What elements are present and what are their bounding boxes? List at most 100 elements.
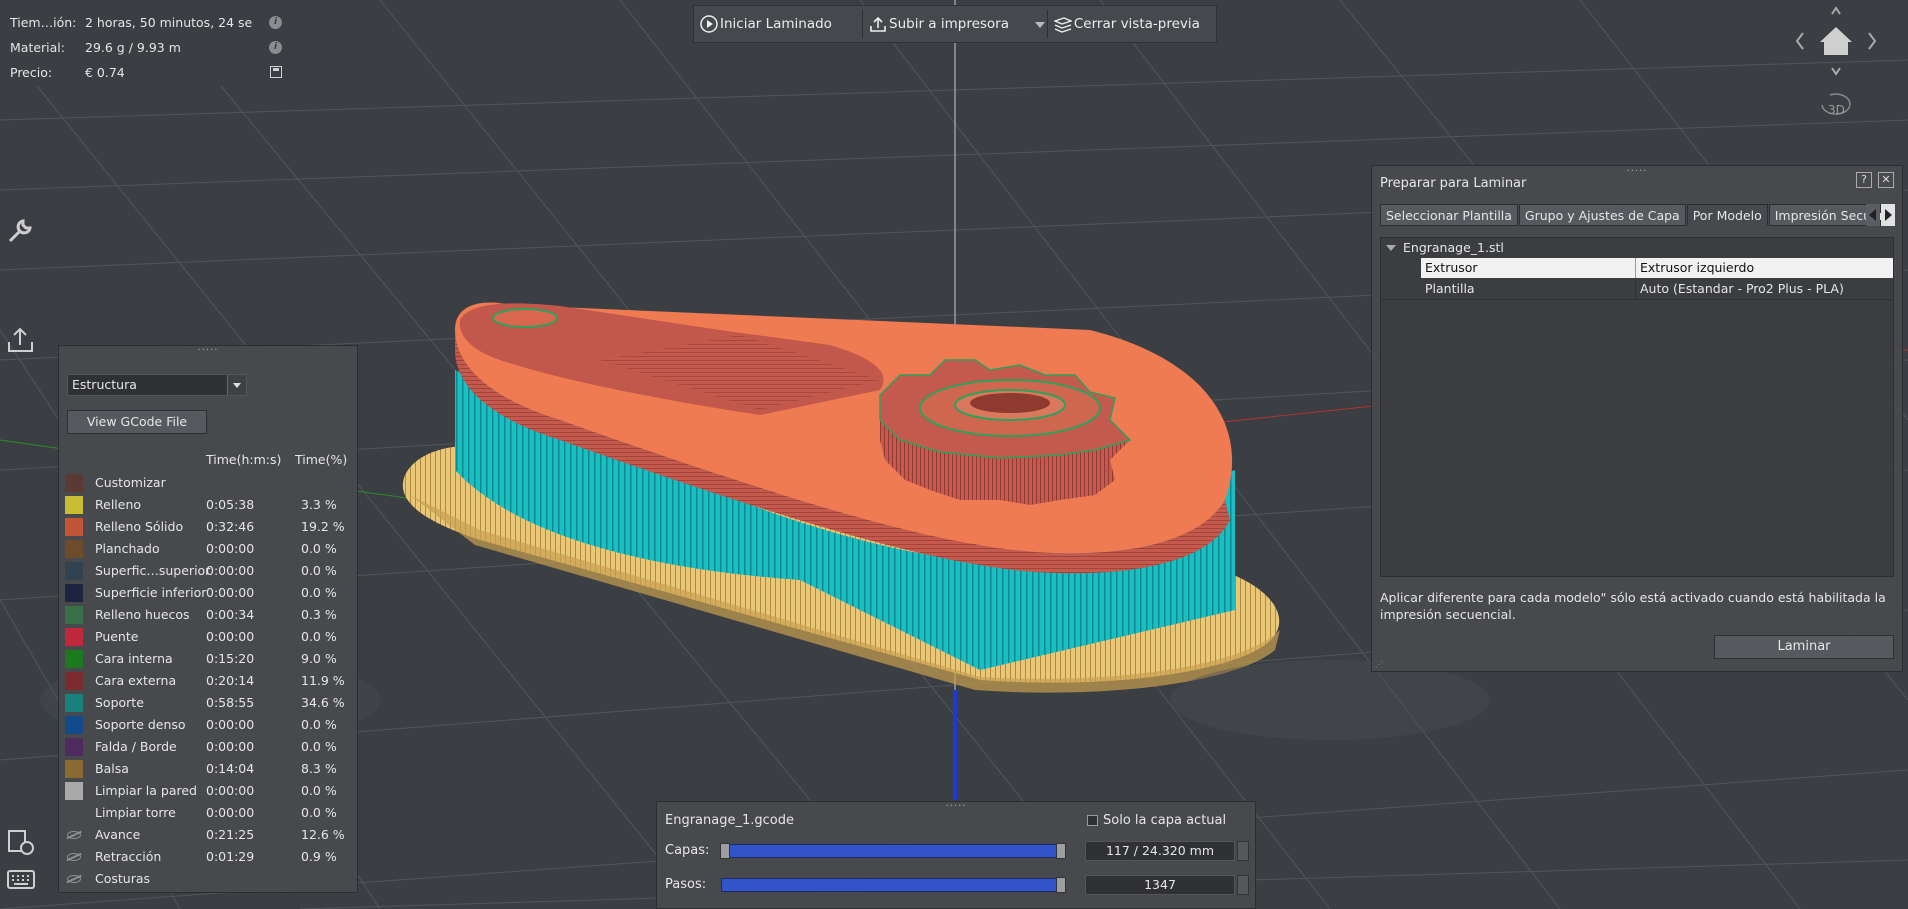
legend-row[interactable]: Cara interna 0:15:20 9.0 % — [65, 648, 355, 670]
arrow-right-icon[interactable] — [1868, 32, 1877, 50]
info-icon[interactable]: i — [269, 40, 282, 54]
layers-label: Capas: — [665, 843, 710, 858]
material-value: 29.6 g / 9.93 m — [85, 39, 181, 55]
steps-slider[interactable] — [721, 877, 1066, 893]
color-swatch[interactable] — [65, 738, 83, 756]
eye-hidden-icon[interactable] — [67, 853, 81, 861]
tree-file-row[interactable]: Engranage_1.stl — [1381, 238, 1893, 258]
tab-sequential-printing[interactable]: Impresión Secuencial — [1768, 204, 1892, 226]
legend-row-percent: 8.3 % — [301, 761, 337, 776]
legend-row[interactable]: Avance 0:21:25 12.6 % — [65, 824, 355, 846]
start-slicing-button[interactable]: Iniciar Laminado — [694, 9, 862, 39]
tabs-scroll-left[interactable] — [1866, 204, 1880, 226]
color-swatch[interactable] — [65, 628, 83, 646]
eye-hidden-icon[interactable] — [67, 831, 81, 839]
color-swatch[interactable] — [65, 782, 83, 800]
view-gcode-button[interactable]: View GCode File — [67, 410, 207, 434]
color-swatch[interactable] — [65, 474, 83, 492]
close-button[interactable]: ✕ — [1878, 172, 1894, 188]
legend-row[interactable]: Superfic…superior 0:00:00 0.0 % — [65, 560, 355, 582]
only-current-layer-checkbox[interactable] — [1087, 815, 1098, 826]
template-value[interactable]: Auto (Estandar - Pro2 Plus - PLA) — [1635, 279, 1893, 299]
legend-row-percent: 0.0 % — [301, 563, 337, 578]
color-swatch[interactable] — [65, 584, 83, 602]
view-mode-select[interactable]: Estructura — [67, 374, 247, 396]
color-swatch[interactable] — [65, 606, 83, 624]
tab-select-template[interactable]: Seleccionar Plantilla — [1380, 204, 1518, 226]
legend-row[interactable]: Superficie inferior 0:00:00 0.0 % — [65, 582, 355, 604]
extruder-value[interactable]: Extrusor izquierdo — [1635, 258, 1893, 278]
legend-row-percent: 0.0 % — [301, 783, 337, 798]
color-swatch[interactable] — [65, 518, 83, 536]
legend-row-time: 0:00:00 — [206, 585, 255, 600]
layers-spin-arrows[interactable] — [1237, 841, 1249, 861]
legend-row[interactable]: Relleno 0:05:38 3.3 % — [65, 494, 355, 516]
legend-row[interactable]: Soporte denso 0:00:00 0.0 % — [65, 714, 355, 736]
legend-row[interactable]: Customizar — [65, 472, 355, 494]
arrow-down-icon[interactable] — [1831, 67, 1841, 76]
steps-spinbox[interactable]: 1347 — [1085, 875, 1235, 895]
legend-row[interactable]: Puente 0:00:00 0.0 % — [65, 626, 355, 648]
legend-row-time: 0:00:34 — [206, 607, 255, 622]
legend-row[interactable]: Planchado 0:00:00 0.0 % — [65, 538, 355, 560]
arrow-left-icon[interactable] — [1795, 32, 1804, 50]
save-icon[interactable] — [270, 66, 282, 78]
resize-grip-icon[interactable]: ⋰ — [1375, 660, 1383, 669]
info-icon[interactable]: i — [269, 15, 282, 29]
layers-slider-start-handle[interactable] — [720, 843, 730, 859]
legend-row-time: 0:58:55 — [206, 695, 255, 710]
color-swatch[interactable] — [65, 540, 83, 558]
upload-printer-button[interactable]: Subir a impresora — [863, 9, 1031, 39]
legend-row[interactable]: Limpiar la pared 0:00:00 0.0 % — [65, 780, 355, 802]
legend-row-time: 0:15:20 — [206, 651, 255, 666]
eye-hidden-icon[interactable] — [67, 875, 81, 883]
color-swatch[interactable] — [65, 562, 83, 580]
layers-slider[interactable] — [720, 843, 1066, 859]
tabs-scroll-right[interactable] — [1881, 204, 1895, 226]
legend-row[interactable]: Costuras — [65, 868, 355, 890]
steps-slider-handle[interactable] — [1056, 877, 1066, 893]
tab-per-model[interactable]: Por Modelo — [1686, 204, 1768, 226]
legend-row-percent: 3.3 % — [301, 497, 337, 512]
layers-slider-end-handle[interactable] — [1056, 843, 1066, 859]
legend-row-percent: 9.0 % — [301, 651, 337, 666]
legend-row-time: 0:00:00 — [206, 717, 255, 732]
wrench-icon[interactable] — [6, 215, 36, 245]
chevron-down-icon[interactable] — [227, 375, 246, 395]
clipboard-icon[interactable] — [6, 828, 36, 856]
legend-row[interactable]: Retracción 0:01:29 0.9 % — [65, 846, 355, 868]
export-icon[interactable] — [6, 325, 36, 355]
legend-row[interactable]: Limpiar torre 0:00:00 0.0 % — [65, 802, 355, 824]
tree-row-extruder[interactable]: Extrusor Extrusor izquierdo — [1381, 258, 1893, 278]
drag-handle[interactable]: ····· — [657, 802, 1255, 812]
legend-row-percent: 0.0 % — [301, 629, 337, 644]
tree-row-template[interactable]: Plantilla Auto (Estandar - Pro2 Plus - P… — [1381, 279, 1893, 300]
close-preview-button[interactable]: Cerrar vista-previa — [1048, 9, 1216, 39]
keyboard-icon[interactable] — [6, 868, 36, 892]
legend-row[interactable]: Relleno Sólido 0:32:46 19.2 % — [65, 516, 355, 538]
steps-spin-arrows[interactable] — [1237, 875, 1249, 895]
legend-row[interactable]: Falda / Borde 0:00:00 0.0 % — [65, 736, 355, 758]
color-swatch[interactable] — [65, 694, 83, 712]
slice-button[interactable]: Laminar — [1714, 635, 1894, 659]
chevron-down-icon[interactable] — [1386, 245, 1396, 251]
drag-handle[interactable]: ····· — [59, 346, 357, 356]
arrow-up-icon[interactable] — [1831, 6, 1841, 15]
legend-row[interactable]: Relleno huecos 0:00:34 0.3 % — [65, 604, 355, 626]
gcode-file-name: Engranage_1.gcode — [665, 813, 794, 828]
color-swatch[interactable] — [65, 760, 83, 778]
home-icon[interactable] — [1820, 27, 1852, 55]
upload-dropdown-arrow[interactable] — [1031, 9, 1047, 39]
layers-spinbox[interactable]: 117 / 24.320 mm — [1085, 841, 1235, 861]
help-button[interactable]: ? — [1856, 172, 1872, 188]
legend-row-time: 0:21:25 — [206, 827, 255, 842]
color-swatch[interactable] — [65, 804, 83, 822]
legend-row[interactable]: Soporte 0:58:55 34.6 % — [65, 692, 355, 714]
color-swatch[interactable] — [65, 650, 83, 668]
color-swatch[interactable] — [65, 496, 83, 514]
tab-group-layer-settings[interactable]: Grupo y Ajustes de Capa — [1518, 204, 1686, 226]
legend-row[interactable]: Balsa 0:14:04 8.3 % — [65, 758, 355, 780]
color-swatch[interactable] — [65, 672, 83, 690]
legend-row[interactable]: Cara externa 0:20:14 11.9 % — [65, 670, 355, 692]
color-swatch[interactable] — [65, 716, 83, 734]
